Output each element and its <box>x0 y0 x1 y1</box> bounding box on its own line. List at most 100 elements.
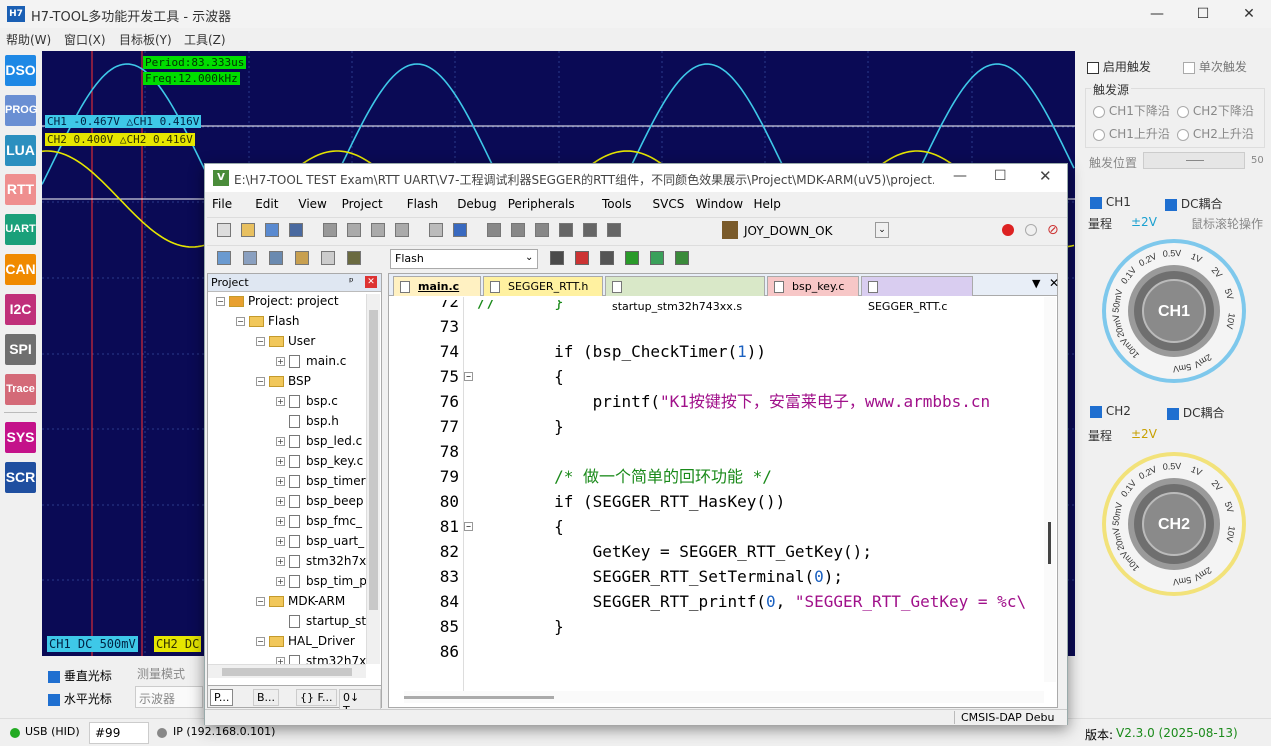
expand-icon[interactable]: + <box>276 397 285 406</box>
port-select[interactable]: #99 <box>89 722 149 744</box>
uv-menu-peripherals[interactable]: Peripherals <box>508 197 575 211</box>
editor-tab[interactable]: SEGGER_RTT.h <box>483 276 603 296</box>
tree-file[interactable]: bsp.h <box>276 414 339 434</box>
tree-folder[interactable]: − BSP <box>256 374 311 394</box>
expand-icon[interactable]: + <box>276 477 285 486</box>
expand-icon[interactable]: + <box>276 577 285 586</box>
toolbar-build-icon[interactable] <box>347 251 361 265</box>
expand-icon[interactable]: + <box>276 557 285 566</box>
ch1-dc-checkbox[interactable]: DC耦合 <box>1165 195 1222 212</box>
project-bottom-tab[interactable]: B... <box>253 689 280 706</box>
nav-i2c-button[interactable]: I2C <box>5 294 36 325</box>
editor-vscrollbar[interactable] <box>1044 297 1056 682</box>
tree-file[interactable]: + bsp_timer <box>276 474 366 494</box>
tree-folder[interactable]: − User <box>256 334 315 354</box>
uv-menu-project[interactable]: Project <box>342 197 383 211</box>
tree-file[interactable]: startup_st <box>276 614 366 634</box>
toolbar-build-icon[interactable] <box>217 251 231 265</box>
toolbar-tool-icon[interactable] <box>535 223 549 237</box>
toolbar-tool-icon[interactable] <box>217 223 231 237</box>
toolbar-tool-icon[interactable] <box>371 223 385 237</box>
ch2-range-knob[interactable]: 10mV 20mV 50mV 0.1V 0.2V 0.5V 1V 2V 5V 10V 2mV 5mV C… <box>1101 451 1247 600</box>
nav-can-button[interactable]: CAN <box>5 254 36 285</box>
toolbar-build-icon[interactable] <box>295 251 309 265</box>
target-combo[interactable]: JOY_DOWN_OK <box>744 224 833 238</box>
disable-breakpoint-icon[interactable] <box>1025 224 1037 236</box>
tree-folder[interactable]: − HAL_Driver <box>256 634 355 654</box>
toolbar-build-icon[interactable] <box>269 251 283 265</box>
toolbar-tool-icon[interactable] <box>429 223 443 237</box>
slider-thumb[interactable] <box>1186 160 1204 161</box>
hcursor-checkbox[interactable]: 水平光标 <box>48 690 112 707</box>
tree-file[interactable]: + bsp_key.c <box>276 454 363 474</box>
tree-file[interactable]: + bsp_tim_p <box>276 574 366 594</box>
toolbar-misc-icon[interactable] <box>550 251 564 265</box>
toolbar-tool-icon[interactable] <box>487 223 501 237</box>
collapse-icon[interactable]: − <box>216 297 225 306</box>
editor-hscroll-thumb[interactable] <box>404 696 554 699</box>
close-panel-icon[interactable]: ✕ <box>365 276 377 288</box>
knob-svg[interactable]: 10mV20mV50mV0.1V0.2V 0.5V 1V2V5V10V2mV5mVC… <box>1101 451 1247 597</box>
tree-folder[interactable]: − Flash <box>236 314 299 334</box>
uvision-window[interactable]: V E:\H7-TOOL TEST Exam\RTT UART\V7-工程调试利… <box>204 163 1068 725</box>
tree-hscrollbar[interactable] <box>208 664 366 678</box>
code-area[interactable]: 72// } 73 74 if (bsp_CheckTimer(1)) 75− {76… <box>389 300 1044 690</box>
pin-icon[interactable]: ᵖ <box>349 275 354 288</box>
tree-file[interactable]: + bsp_beep <box>276 494 364 514</box>
editor-scroll-thumb[interactable] <box>1048 522 1051 564</box>
toolbar-tool-icon[interactable] <box>453 223 467 237</box>
uv-menu-flash[interactable]: Flash <box>407 197 438 211</box>
expand-icon[interactable]: + <box>276 497 285 506</box>
kill-breakpoints-icon[interactable]: ⊘ <box>1047 222 1059 238</box>
menu-target[interactable]: 目标板(Y) <box>119 31 172 48</box>
toolbar-tool-icon[interactable] <box>395 223 409 237</box>
close-tab-icon[interactable]: ✕ <box>1049 276 1059 290</box>
minimize-button[interactable]: — <box>1134 0 1180 28</box>
ch1-enable-checkbox[interactable]: CH1 <box>1090 195 1131 209</box>
project-tree[interactable]: − Project: project − Flash − User + main.c − BSP +… <box>208 294 366 664</box>
ch2-enable-checkbox[interactable]: CH2 <box>1090 404 1131 418</box>
chevron-down-icon[interactable]: ⌄ <box>525 252 533 263</box>
nav-rtt-button[interactable]: RTT <box>5 174 36 205</box>
project-bottom-tab[interactable]: P... <box>210 689 234 706</box>
toolbar-tool-icon[interactable] <box>583 223 597 237</box>
expand-icon[interactable]: + <box>276 517 285 526</box>
ch1-range-knob[interactable]: 10mV 20mV 50mV 0.1V 0.2V 0.5V 1V 2V 5V 10V 2mV 5mV C… <box>1101 238 1247 387</box>
nav-trace-button[interactable]: Trace <box>5 374 36 405</box>
nav-scr-button[interactable]: SCR <box>5 462 36 493</box>
radio-ch1-falling[interactable]: CH1下降沿 <box>1093 102 1170 119</box>
uv-minimize-button[interactable]: — <box>953 168 967 184</box>
tree-folder[interactable]: − MDK-ARM <box>256 594 345 614</box>
menu-tools[interactable]: 工具(Z) <box>184 31 226 48</box>
uv-maximize-button[interactable]: ☐ <box>994 168 1007 184</box>
combo-dropdown-icon[interactable]: ⌄ <box>875 222 889 238</box>
fold-icon[interactable]: − <box>464 522 473 531</box>
enable-trigger-checkbox[interactable]: 启用触发 <box>1087 58 1151 75</box>
tree-file[interactable]: + main.c <box>276 354 346 374</box>
expand-icon[interactable]: + <box>276 657 285 664</box>
nav-lua-button[interactable]: LUA <box>5 135 36 166</box>
scroll-thumb[interactable] <box>369 310 378 610</box>
vcursor-checkbox[interactable]: 垂直光标 <box>48 667 112 684</box>
toolbar-tool-icon[interactable] <box>323 223 337 237</box>
maximize-button[interactable]: ☐ <box>1180 0 1226 28</box>
toolbar-tool-icon[interactable] <box>559 223 573 237</box>
collapse-icon[interactable]: − <box>256 637 265 646</box>
expand-icon[interactable]: + <box>276 457 285 466</box>
uv-close-button[interactable]: ✕ <box>1039 167 1052 185</box>
toolbar-tool-icon[interactable] <box>289 223 303 237</box>
tree-file[interactable]: + bsp_uart_ <box>276 534 364 554</box>
uv-menu-file[interactable]: File <box>212 197 232 211</box>
expand-icon[interactable]: + <box>276 537 285 546</box>
collapse-icon[interactable]: − <box>256 597 265 606</box>
toolbar-misc-icon[interactable] <box>600 251 614 265</box>
expand-icon[interactable]: + <box>276 357 285 366</box>
toolbar-misc-icon[interactable] <box>650 251 664 265</box>
code-editor[interactable]: ▼ ✕ main.c SEGGER_RTT.h startup_stm32h743x… <box>388 273 1059 708</box>
uv-menu-debug[interactable]: Debug <box>457 197 496 211</box>
toolbar-build-icon[interactable] <box>321 251 335 265</box>
uv-menu-help[interactable]: Help <box>754 197 781 211</box>
editor-tab[interactable]: SEGGER_RTT.c <box>861 276 973 313</box>
uv-menu-svcs[interactable]: SVCS <box>653 197 685 211</box>
tree-file[interactable]: + stm32h7x <box>276 554 366 574</box>
